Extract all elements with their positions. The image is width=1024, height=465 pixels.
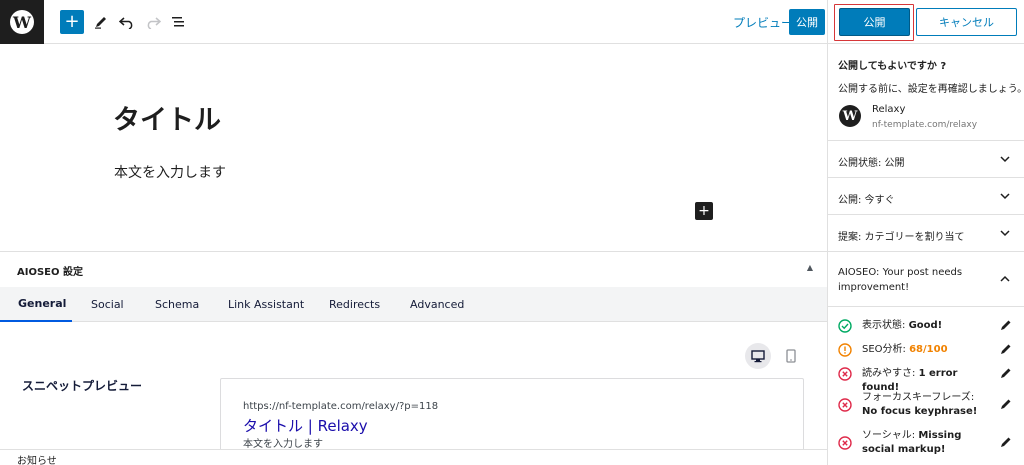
tab-social[interactable]: Social — [91, 287, 124, 322]
check-value: No focus keyphrase! — [862, 406, 978, 417]
publish-button[interactable]: 公開 — [839, 8, 910, 36]
visibility-panel[interactable]: 公開状態: 公開 — [828, 141, 1024, 178]
publish-sidebar: 公開 キャンセル 公開してもよいですか ? 公開する前に、設定を再確認しましょう… — [827, 0, 1024, 465]
error-circle-icon — [838, 436, 852, 450]
confirm-title: 公開してもよいですか ? — [838, 61, 947, 72]
aioseo-metabox: AIOSEO 設定 ▲ General Social Schema Link A… — [0, 251, 827, 465]
visibility-label: 公開状態: 公開 — [838, 158, 905, 169]
desktop-icon — [751, 349, 765, 362]
schedule-label: 公開: 今すぐ — [838, 195, 895, 206]
tab-advanced[interactable]: Advanced — [410, 287, 464, 322]
pencil-icon[interactable] — [1000, 343, 1012, 355]
list-view-icon — [172, 17, 184, 27]
mobile-icon — [786, 349, 796, 363]
check-label: 表示状態: — [862, 320, 906, 331]
preview-button[interactable]: プレビュー — [733, 14, 793, 31]
wordpress-icon: W — [10, 10, 34, 34]
redo-icon — [147, 17, 161, 29]
snippet-description: 本文を入力します — [243, 439, 323, 450]
check-circle-icon — [838, 319, 852, 333]
check-value: 68/100 — [909, 344, 948, 355]
pencil-icon[interactable] — [1000, 398, 1012, 410]
chevron-down-icon — [1000, 156, 1010, 163]
aioseo-panel-header[interactable]: AIOSEO: Your post needs improvement! — [828, 252, 1024, 307]
check-label: フォーカスキーフレーズ: — [862, 392, 975, 403]
error-circle-icon — [838, 398, 852, 412]
notices-label: お知らせ — [17, 456, 57, 465]
paragraph-block[interactable]: 本文を入力します — [114, 162, 226, 182]
notices-bar: お知らせ — [0, 449, 827, 465]
plus-icon: + — [698, 203, 710, 219]
pencil-icon[interactable] — [1000, 367, 1012, 379]
wordpress-logo-button[interactable]: W — [0, 0, 44, 44]
warning-circle-icon — [838, 343, 852, 357]
post-title[interactable]: タイトル — [113, 98, 221, 137]
aioseo-prefix: AIOSEO: — [838, 267, 880, 278]
snippet-url: https://nf-template.com/relaxy/?p=118 — [243, 401, 439, 412]
snippet-title: タイトル | Relaxy — [243, 417, 368, 435]
confirm-text: 公開する前に、設定を再確認しましょう。 — [838, 84, 1024, 95]
pencil-icon[interactable] — [1000, 436, 1012, 448]
cancel-button[interactable]: キャンセル — [916, 8, 1017, 36]
category-suggestion-panel[interactable]: 提案: カテゴリーを割り当て — [828, 215, 1024, 252]
block-inserter-button[interactable]: + — [695, 202, 713, 220]
caret-up-icon[interactable]: ▲ — [807, 263, 813, 272]
check-text: 表示状態: Good! — [862, 319, 992, 333]
publish-panel-header: 公開 キャンセル — [828, 0, 1024, 44]
chevron-up-icon — [1000, 275, 1010, 282]
check-text: SEO分析: 68/100 — [862, 343, 992, 357]
check-label: ソーシャル: — [862, 430, 916, 441]
tab-general[interactable]: General — [0, 287, 72, 322]
desktop-preview-button[interactable] — [745, 343, 771, 369]
error-circle-icon — [838, 367, 852, 381]
category-suggestion-label: 提案: カテゴリーを割り当て — [838, 232, 965, 243]
mobile-preview-button[interactable] — [780, 343, 802, 369]
undo-button[interactable] — [117, 11, 137, 33]
check-text: フォーカスキーフレーズ: No focus keyphrase! — [862, 391, 992, 419]
snippet-preview-label: スニペットプレビュー — [22, 379, 143, 393]
chevron-down-icon — [1000, 193, 1010, 200]
redo-button[interactable] — [143, 11, 163, 33]
chevron-down-icon — [1000, 230, 1010, 237]
editor-toolbar: W + プレビュー 公開 — [0, 0, 827, 44]
check-value: Good! — [908, 320, 943, 331]
tab-redirects[interactable]: Redirects — [329, 287, 380, 322]
check-label: SEO分析: — [862, 344, 906, 355]
tab-link-assistant[interactable]: Link Assistant — [228, 287, 304, 322]
site-icon: W — [839, 105, 861, 127]
site-url: nf-template.com/relaxy — [872, 120, 978, 130]
seo-tab-bar: General Social Schema Link Assistant Red… — [0, 287, 827, 322]
schedule-panel[interactable]: 公開: 今すぐ — [828, 178, 1024, 215]
tools-button[interactable] — [91, 11, 111, 33]
aioseo-panel-label: AIOSEO: Your post needs improvement! — [838, 265, 988, 295]
plus-icon: + — [64, 11, 80, 32]
check-label: 読みやすさ: — [862, 368, 916, 379]
add-block-button[interactable]: + — [60, 10, 84, 34]
publish-confirm-panel: 公開してもよいですか ? 公開する前に、設定を再確認しましょう。 W Relax… — [828, 44, 1024, 141]
metabox-header[interactable]: AIOSEO 設定 ▲ — [0, 252, 827, 287]
editor-canvas: タイトル 本文を入力します + — [0, 44, 827, 251]
metabox-title: AIOSEO 設定 — [17, 267, 83, 278]
publish-toolbar-button[interactable]: 公開 — [789, 9, 825, 35]
pencil-icon — [95, 17, 106, 29]
check-text: ソーシャル: Missing social markup! — [862, 429, 992, 457]
site-name: Relaxy — [872, 104, 906, 115]
tab-schema[interactable]: Schema — [155, 287, 199, 322]
pencil-icon[interactable] — [1000, 319, 1012, 331]
list-view-button[interactable] — [169, 11, 189, 33]
undo-icon — [119, 17, 133, 29]
